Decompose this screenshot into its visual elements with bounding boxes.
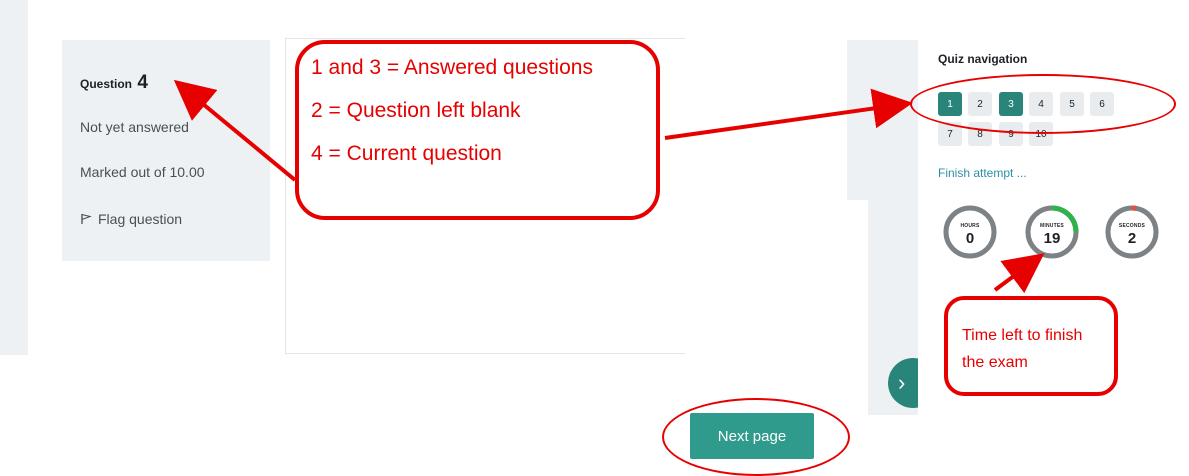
minutes-timer: MINUTES 19: [1024, 204, 1080, 260]
next-page-highlight-ring: [662, 398, 850, 476]
minutes-value: 19: [1043, 230, 1061, 247]
content-divider: [685, 350, 865, 354]
question-marks: Marked out of 10.00: [80, 164, 205, 180]
annotation-time-line2: the exam: [962, 354, 1028, 371]
finish-attempt-link[interactable]: Finish attempt ...: [938, 166, 1027, 180]
question-status: Not yet answered: [80, 119, 189, 135]
question-title: Question 4: [80, 72, 148, 94]
flag-question-label: Flag question: [98, 211, 183, 227]
flag-question-link[interactable]: Flag question: [80, 211, 182, 227]
quiz-navigation-title: Quiz navigation: [938, 52, 1028, 66]
question-number: 4: [137, 72, 148, 93]
seconds-label: SECONDS: [1118, 223, 1146, 229]
hours-timer: HOURS 0: [942, 204, 998, 260]
seconds-value: 2: [1127, 230, 1137, 247]
hours-value: 0: [965, 230, 975, 247]
seconds-timer: SECONDS 2: [1104, 204, 1160, 260]
left-sidebar-strip: [0, 0, 28, 355]
navigation-legend-callout: 1 and 3 = Answered questions 2 = Questio…: [295, 40, 660, 220]
time-left-callout: Time left to finish the exam: [944, 296, 1118, 396]
flag-icon: [81, 213, 92, 224]
question-label: Question: [80, 77, 133, 91]
navigation-highlight-ring: [910, 74, 1176, 134]
drawer-background: [847, 40, 919, 200]
quiz-navigation-panel: Quiz navigation Finish attempt ... HOURS…: [918, 0, 1189, 473]
question-info-panel: Question 4 Not yet answered Marked out o…: [62, 40, 270, 261]
hours-label: HOURS: [960, 223, 980, 229]
annotation-blank: 2 = Question left blank: [311, 99, 521, 122]
annotation-time-line1: Time left to finish: [962, 327, 1083, 344]
chevron-right-icon: ›: [898, 370, 906, 395]
annotation-answered: 1 and 3 = Answered questions: [311, 56, 593, 79]
minutes-label: MINUTES: [1040, 223, 1064, 229]
annotation-current: 4 = Current question: [311, 142, 502, 165]
